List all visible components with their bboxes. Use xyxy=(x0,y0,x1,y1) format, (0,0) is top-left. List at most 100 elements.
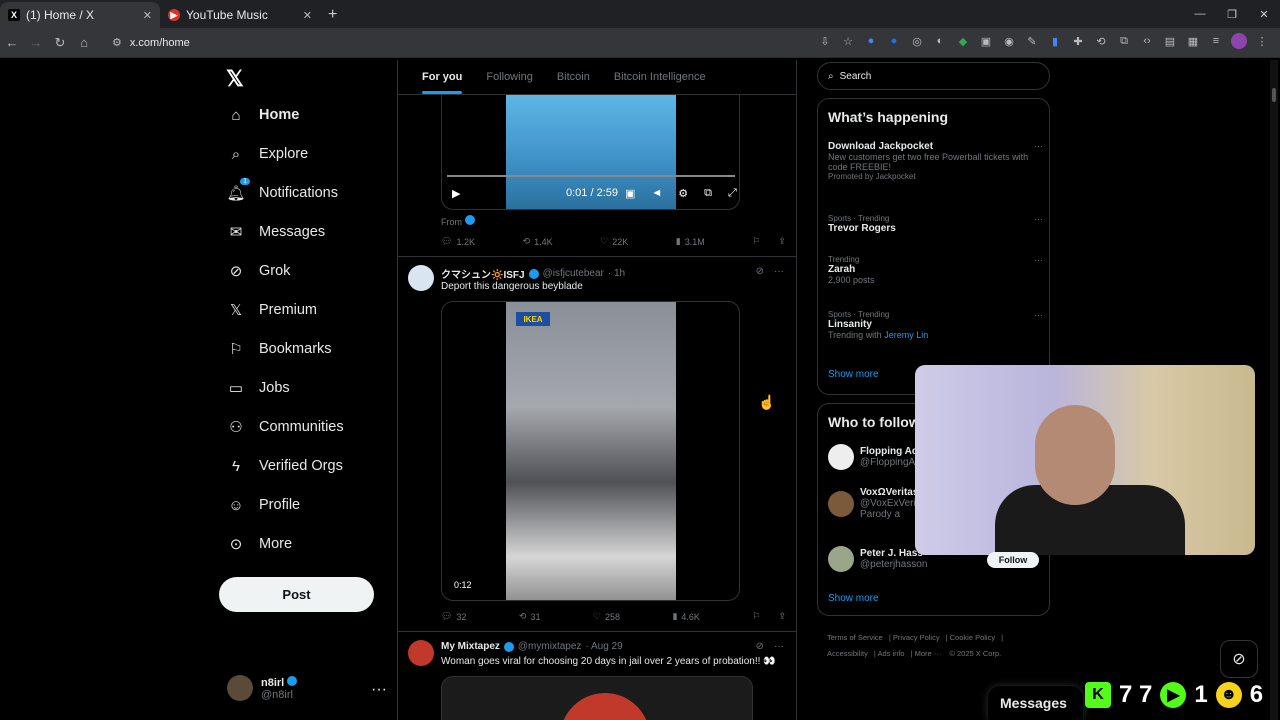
fullscreen-icon[interactable]: ⤢ xyxy=(728,187,737,200)
search-input[interactable]: ⌕ Search xyxy=(817,62,1050,90)
nav-grok[interactable]: ⊘ Grok xyxy=(227,262,291,280)
captions-icon[interactable]: ▣ xyxy=(625,187,635,200)
history-icon[interactable]: ⟲ xyxy=(1093,33,1109,49)
messages-drawer[interactable]: Messages xyxy=(988,686,1083,720)
nav-verified-orgs[interactable]: ϟ Verified Orgs xyxy=(227,457,343,475)
reply-button[interactable]: 💬︎ 1.2K xyxy=(441,236,475,247)
video-player[interactable]: IKEA 0:12 xyxy=(441,301,740,601)
code-icon[interactable]: ‹› xyxy=(1139,33,1155,49)
home-browser-icon[interactable]: ⌂ xyxy=(72,35,96,50)
extension-icon[interactable]: ✎ xyxy=(1024,33,1040,49)
site-info-icon[interactable]: ⚙ xyxy=(112,36,122,49)
extension-icon[interactable]: ● xyxy=(886,33,902,49)
extension-icon[interactable]: ▦ xyxy=(1185,33,1201,49)
footer-link[interactable]: Accessibility xyxy=(827,649,868,658)
follow-button[interactable]: Follow xyxy=(987,552,1039,568)
share-icon[interactable]: ⇪ xyxy=(778,611,786,622)
author-name[interactable]: My Mixtapez xyxy=(441,641,500,652)
tab-youtube-music[interactable]: ▶ YouTube Music ✕ xyxy=(160,2,320,28)
more-icon[interactable]: ··· xyxy=(774,266,784,277)
nav-communities[interactable]: ⚇ Communities xyxy=(227,418,343,436)
install-icon[interactable]: ⇩ xyxy=(817,33,833,49)
more-icon[interactable]: ··· xyxy=(774,641,784,652)
grok-icon[interactable]: ⊘ xyxy=(1220,640,1258,678)
close-window-icon[interactable]: ✕ xyxy=(1248,0,1280,28)
video-player[interactable]: ▶ 0:01 / 2:59 ▣ ◄ ⚙ ⧉ ⤢ xyxy=(441,95,740,210)
more-icon[interactable]: ··· xyxy=(371,681,387,699)
puzzle-icon[interactable]: ✚ xyxy=(1070,33,1086,49)
close-icon[interactable]: ✕ xyxy=(303,9,312,22)
menu-icon[interactable]: ≡ xyxy=(1208,33,1224,49)
extension-icon[interactable]: ▣ xyxy=(978,33,994,49)
video-progress-bar[interactable] xyxy=(447,175,735,177)
tab-x-home[interactable]: X (1) Home / X ✕ xyxy=(0,2,160,28)
tab-following[interactable]: Following xyxy=(474,60,544,94)
author-name[interactable]: クマシュン🔆ISFJ xyxy=(441,266,525,281)
more-icon[interactable]: ··· xyxy=(1034,310,1043,320)
like-button[interactable]: ♡ 258 xyxy=(593,611,620,622)
extension-icon[interactable]: ⧉ xyxy=(1116,33,1132,49)
nav-profile[interactable]: ☺ Profile xyxy=(227,496,300,514)
nav-bookmarks[interactable]: ⚐ Bookmarks xyxy=(227,340,331,358)
nav-explore[interactable]: ⌕ Explore xyxy=(227,145,308,163)
footer-link[interactable]: More ··· xyxy=(915,649,942,658)
trend-item[interactable]: Download Jackpocket New customers get tw… xyxy=(828,141,1043,181)
post-media[interactable] xyxy=(441,676,753,720)
follow-suggestion[interactable]: VoxΩVeritas @VoxExVeri Parody a xyxy=(828,487,918,520)
account-switcher[interactable]: n8irl @n8irl ··· xyxy=(227,675,387,701)
trend-item[interactable]: Sports · Trending Linsanity Trending wit… xyxy=(828,310,1043,340)
forward-icon[interactable]: → xyxy=(24,35,48,50)
extension-icon[interactable]: ◐ xyxy=(932,33,948,49)
reload-icon[interactable]: ↻ xyxy=(48,35,72,51)
kebab-menu-icon[interactable]: ⋮ xyxy=(1254,33,1270,49)
scrollbar-thumb[interactable] xyxy=(1272,88,1276,102)
footer-link[interactable]: Privacy Policy xyxy=(893,633,940,642)
nav-messages[interactable]: ✉ Messages xyxy=(227,223,325,241)
follow-suggestion[interactable]: Flopping Ac @FloppingA xyxy=(828,444,917,470)
views-button[interactable]: ▮ 4.6K xyxy=(672,611,699,622)
more-icon[interactable]: ··· xyxy=(1034,214,1043,224)
follow-suggestion[interactable]: Peter J. Hass @peterjhasson xyxy=(828,546,927,572)
footer-link[interactable]: Ads info xyxy=(877,649,904,658)
extension-icon[interactable]: ◉ xyxy=(1001,33,1017,49)
more-icon[interactable]: ··· xyxy=(1034,141,1043,151)
bookmark-icon[interactable]: ⚐ xyxy=(752,236,760,247)
post-button[interactable]: Post xyxy=(219,577,374,612)
author-handle[interactable]: @mymixtapez xyxy=(518,641,582,652)
tab-bitcoin-intelligence[interactable]: Bitcoin Intelligence xyxy=(602,60,718,94)
more-icon[interactable]: ··· xyxy=(1034,255,1043,265)
nav-more[interactable]: ⊙ More xyxy=(227,535,292,553)
star-icon[interactable]: ☆ xyxy=(840,33,856,49)
trend-item[interactable]: Sports · Trending Trevor Rogers ··· xyxy=(828,214,1043,234)
volume-icon[interactable]: ◄ xyxy=(651,187,662,200)
trend-link[interactable]: Jeremy Lin xyxy=(884,330,928,340)
footer-link[interactable]: Terms of Service xyxy=(827,633,883,642)
nav-jobs[interactable]: ▭ Jobs xyxy=(227,379,290,397)
nav-premium[interactable]: 𝕏 Premium xyxy=(227,301,317,319)
views-button[interactable]: ▮ 3.1M xyxy=(676,236,705,247)
show-more-link[interactable]: Show more xyxy=(828,593,879,604)
tab-bitcoin[interactable]: Bitcoin xyxy=(545,60,602,94)
trend-item[interactable]: Trending Zarah 2,900 posts ··· xyxy=(828,255,1043,285)
nav-home[interactable]: ⌂ Home xyxy=(227,106,299,124)
tab-for-you[interactable]: For you xyxy=(410,60,474,94)
back-icon[interactable]: ← xyxy=(0,35,24,50)
like-button[interactable]: ♡ 22K xyxy=(600,236,628,247)
reply-button[interactable]: 💬︎ 32 xyxy=(441,611,466,622)
footer-link[interactable]: Cookie Policy xyxy=(950,633,995,642)
profile-avatar-icon[interactable] xyxy=(1231,33,1247,49)
sidebar-icon[interactable]: ▤ xyxy=(1162,33,1178,49)
avatar[interactable] xyxy=(408,265,434,291)
nav-notifications[interactable]: 🔔︎ 1 Notifications xyxy=(226,178,338,202)
close-icon[interactable]: ✕ xyxy=(143,9,152,22)
repost-button[interactable]: ⟲ 31 xyxy=(519,611,541,622)
new-tab-button[interactable]: + xyxy=(320,2,345,28)
grok-icon[interactable]: ⊘ xyxy=(756,641,764,652)
author-handle[interactable]: @isfjcutebear xyxy=(543,268,604,279)
show-more-link[interactable]: Show more xyxy=(828,369,879,380)
x-logo-icon[interactable]: 𝕏 xyxy=(226,66,244,92)
bookmark-icon[interactable]: ⚐ xyxy=(752,611,760,622)
page-scrollbar[interactable] xyxy=(1270,60,1278,720)
share-icon[interactable]: ⇪ xyxy=(778,236,786,247)
url-field[interactable]: ⚙ x.com/home xyxy=(102,32,802,54)
